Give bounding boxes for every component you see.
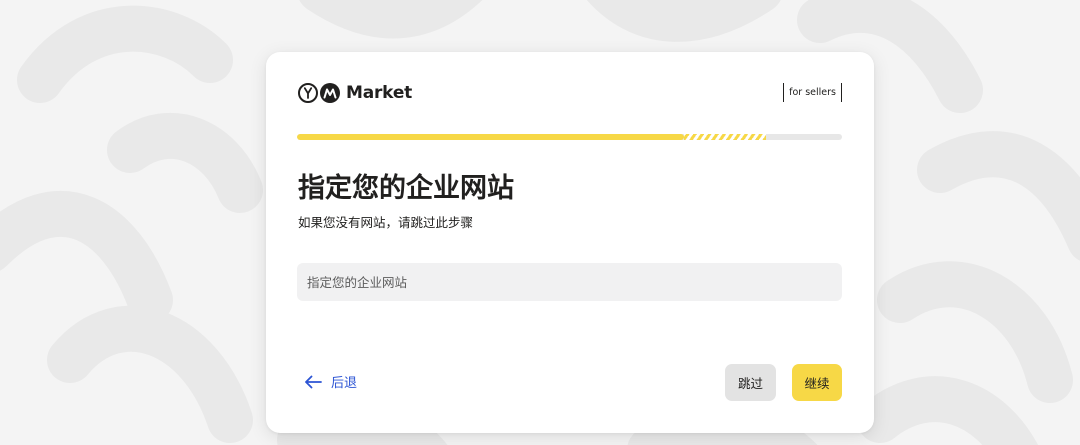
arrow-left-icon	[305, 375, 322, 388]
page-title: 指定您的企业网站	[298, 173, 514, 204]
for-sellers-label: for sellers	[783, 83, 842, 102]
logo-text: Market	[346, 83, 413, 103]
skip-button[interactable]: 跳过	[725, 364, 776, 401]
logo: Market	[298, 82, 412, 104]
page-subtitle: 如果您没有网站，请跳过此步骤	[298, 215, 474, 230]
progress-stripes	[683, 134, 766, 140]
back-label: 后退	[331, 376, 358, 391]
progress-bar	[297, 134, 842, 140]
continue-button[interactable]: 继续	[792, 364, 842, 401]
website-input[interactable]	[297, 263, 842, 301]
yandex-market-logo-icon	[298, 83, 340, 103]
back-button[interactable]: 后退	[304, 372, 357, 391]
progress-fill	[297, 134, 684, 140]
onboarding-card: Market for sellers 指定您的企业网站 如果您没有网站，请跳过此…	[266, 52, 874, 433]
